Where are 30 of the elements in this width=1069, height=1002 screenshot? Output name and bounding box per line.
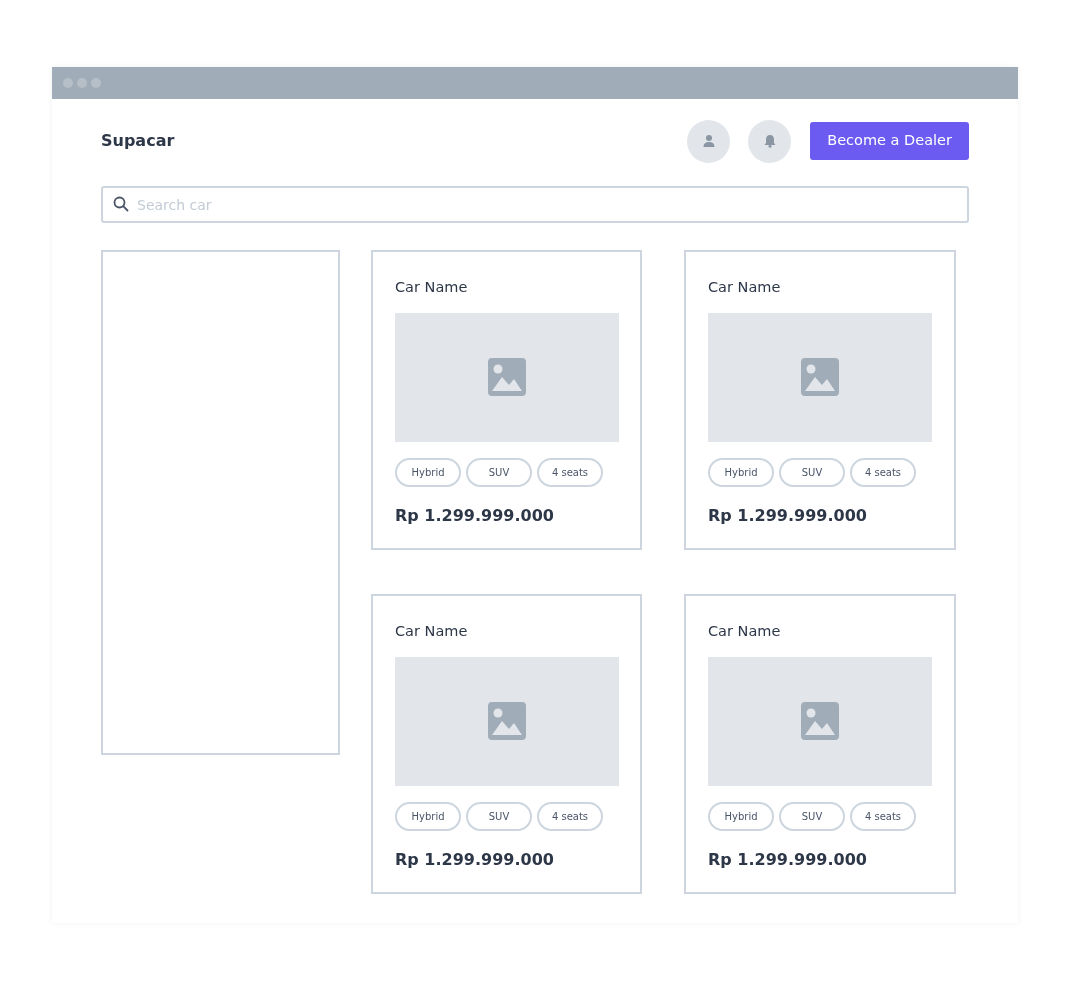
tag-chip: SUV xyxy=(466,458,532,487)
tag-chip: 4 seats xyxy=(537,802,603,831)
bell-icon xyxy=(762,134,777,148)
tag-chip: Hybrid xyxy=(395,458,461,487)
brand-name: Supacar xyxy=(101,130,175,152)
car-price: Rp 1.299.999.000 xyxy=(708,505,868,527)
car-card[interactable]: Car Name Hybrid SUV 4 seats Rp 1.299.999.000 xyxy=(684,250,956,550)
tag-chip: SUV xyxy=(779,802,845,831)
tag-chip: SUV xyxy=(779,458,845,487)
car-card[interactable]: Car Name Hybrid SUV 4 seats Rp 1.299.999.000 xyxy=(371,594,642,894)
car-name: Car Name xyxy=(708,278,782,296)
user-icon xyxy=(701,134,716,148)
car-name: Car Name xyxy=(395,622,469,640)
tag-chip: Hybrid xyxy=(708,458,774,487)
tag-chip: SUV xyxy=(466,802,532,831)
car-price: Rp 1.299.999.000 xyxy=(708,849,868,871)
tag-chip: Hybrid xyxy=(395,802,461,831)
car-name: Car Name xyxy=(395,278,469,296)
tag-chip: 4 seats xyxy=(850,802,916,831)
become-dealer-button[interactable]: Become a Dealer xyxy=(810,122,969,160)
car-name: Car Name xyxy=(708,622,782,640)
tag-chip: 4 seats xyxy=(850,458,916,487)
car-price: Rp 1.299.999.000 xyxy=(395,505,555,527)
tag-chip: 4 seats xyxy=(537,458,603,487)
tag-chip: Hybrid xyxy=(708,802,774,831)
search-icon xyxy=(113,196,129,212)
search-field[interactable]: Search car xyxy=(101,186,969,223)
car-price: Rp 1.299.999.000 xyxy=(395,849,555,871)
car-card[interactable]: Car Name Hybrid SUV 4 seats Rp 1.299.999.000 xyxy=(371,250,642,550)
car-card[interactable]: Car Name Hybrid SUV 4 seats Rp 1.299.999.000 xyxy=(684,594,956,894)
